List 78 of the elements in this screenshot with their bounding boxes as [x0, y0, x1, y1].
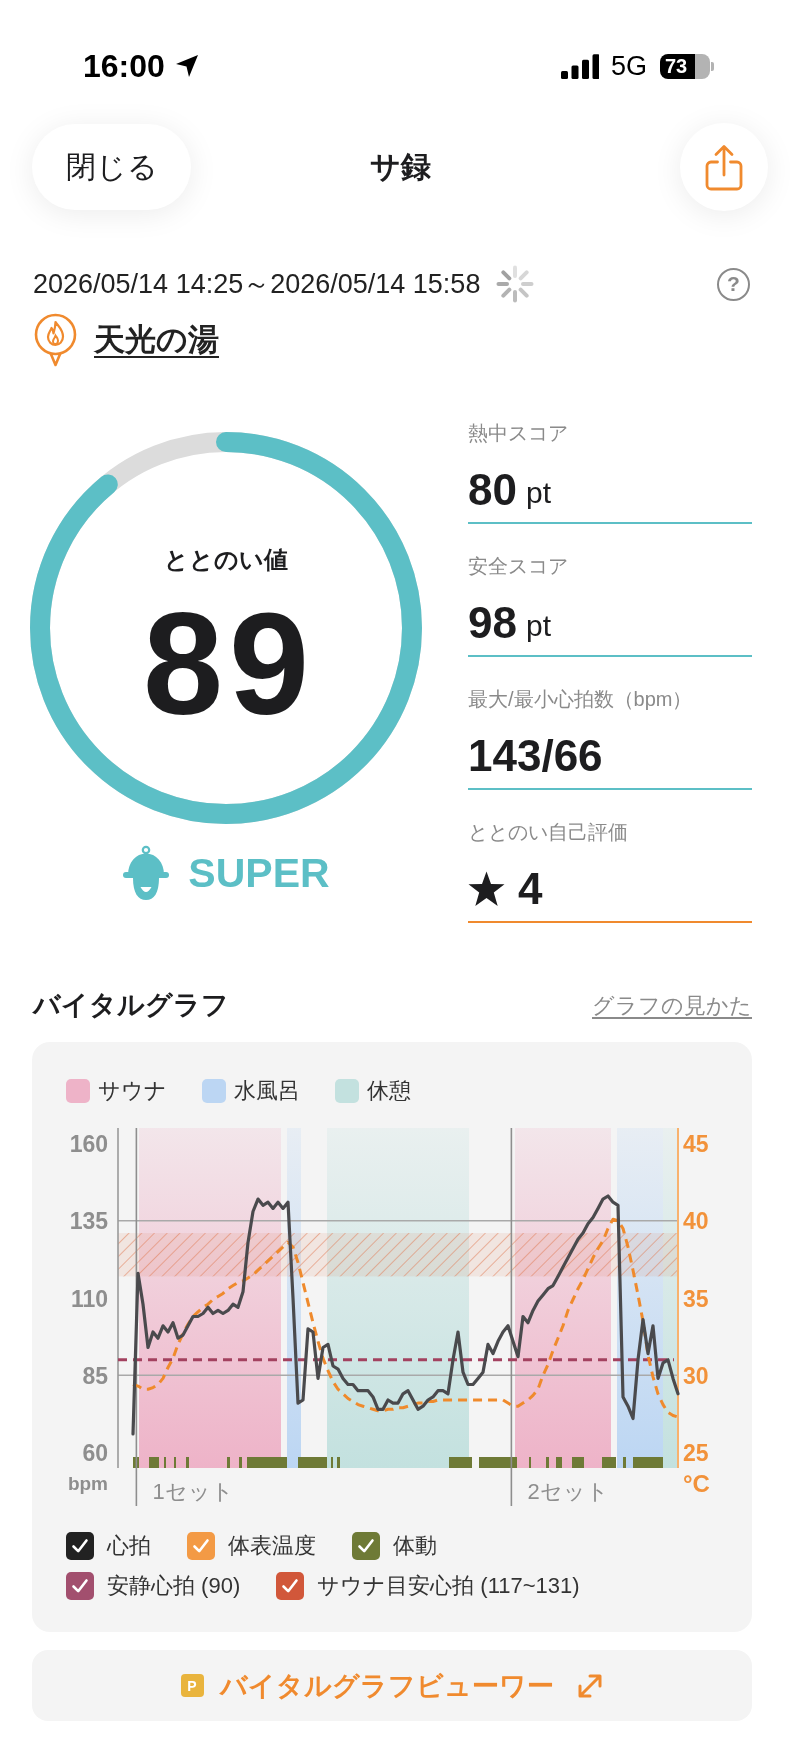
session-period: 2026/05/14 14:25～2026/05/14 15:58 [33, 268, 481, 301]
movement-bar [633, 1457, 663, 1468]
movement-bar [556, 1457, 562, 1468]
legend-label: 休憩 [367, 1077, 411, 1105]
movement-bar [227, 1457, 230, 1468]
badge: P [180, 1674, 204, 1697]
movement-bar [239, 1457, 242, 1468]
axis-tick-label: 60 [82, 1440, 108, 1467]
checkmark-icon [71, 1537, 89, 1555]
axis-tick-label: 160 [69, 1130, 108, 1157]
axis-unit-label: °C [683, 1470, 710, 1497]
set-label: 1セット [152, 1479, 234, 1504]
movement-bar [602, 1457, 616, 1468]
score-unit: pt [525, 609, 551, 643]
score-unit: pt [525, 476, 551, 510]
toggle-label: サウナ目安心拍 (117~131) [317, 1572, 580, 1600]
movement-bar [479, 1457, 517, 1468]
axis-tick-label: 40 [683, 1208, 709, 1235]
movement-bar [623, 1457, 626, 1468]
axis-tick-label: 110 [70, 1285, 108, 1312]
graph-viewer-button[interactable]: P バイタルグラフビューワー [32, 1650, 752, 1721]
rank-label: SUPER [188, 849, 330, 897]
screen-title: サ録 [369, 148, 431, 185]
checkbox[interactable] [66, 1572, 94, 1600]
axis-unit-label: bpm [67, 1473, 108, 1494]
score-label: 安全スコア [468, 554, 569, 579]
toggle-label: 体表温度 [228, 1532, 316, 1560]
score-label: ととのい自己評価 [468, 820, 629, 845]
toggle-label: 体動 [393, 1532, 437, 1560]
checkbox[interactable] [187, 1532, 215, 1560]
movement-bar [298, 1457, 327, 1468]
legend-label: 水風呂 [234, 1077, 300, 1105]
help-button[interactable]: ? [717, 267, 750, 301]
axis-tick-label: 135 [69, 1208, 108, 1235]
hat-face-icon [122, 845, 171, 901]
score-value: 80 [468, 465, 517, 515]
battery-indicator: 73 [660, 53, 714, 79]
checkmark-icon [192, 1537, 210, 1555]
movement-bar [449, 1457, 472, 1468]
signal-icon [560, 53, 599, 79]
movement-bar [133, 1457, 139, 1468]
section-title: バイタルグラフ [33, 989, 229, 1022]
star-icon [468, 871, 505, 907]
axis-tick-label: 30 [683, 1362, 709, 1389]
axis-tick-label: 45 [683, 1130, 709, 1157]
score-value: 98 [468, 598, 517, 648]
movement-bar [247, 1457, 287, 1468]
movement-bar [149, 1457, 159, 1468]
checkbox[interactable] [352, 1532, 380, 1560]
movement-bar [186, 1457, 189, 1468]
close-button[interactable]: 閉じる [32, 124, 191, 210]
share-icon [705, 143, 743, 191]
checkbox[interactable] [66, 1532, 94, 1560]
movement-bar [546, 1457, 549, 1468]
score-label: 熱中スコア [468, 421, 569, 446]
status-time: 16:00 [83, 47, 165, 85]
how-to-read-link[interactable]: グラフの見かた [592, 990, 752, 1020]
rating-value: 4 [518, 864, 543, 914]
checkmark-icon [281, 1577, 300, 1595]
checkbox[interactable] [276, 1572, 305, 1600]
checkmark-icon [357, 1537, 375, 1555]
axis-tick-label: 25 [683, 1440, 709, 1467]
legend-label: サウナ [98, 1077, 167, 1105]
movement-bar [572, 1457, 584, 1468]
set-label: 2セット [527, 1479, 609, 1504]
facility-link[interactable]: 天光の湯 [94, 319, 219, 361]
axis-tick-label: 35 [683, 1285, 709, 1312]
checkmark-icon [71, 1577, 89, 1595]
axis-tick-label: 85 [82, 1362, 108, 1389]
network-label: 5G [610, 50, 647, 82]
score-label: 最大/最小心拍数（bpm） [468, 687, 694, 712]
gauge-label: ととのい値 [164, 545, 288, 575]
score-value: 143/66 [468, 731, 603, 781]
gauge-value: 89 [141, 595, 316, 735]
flame-pin-icon [33, 313, 78, 367]
toggle-label: 安静心拍 (90) [107, 1572, 241, 1600]
movement-bar [337, 1457, 340, 1468]
toggle-label: 心拍 [107, 1532, 151, 1560]
